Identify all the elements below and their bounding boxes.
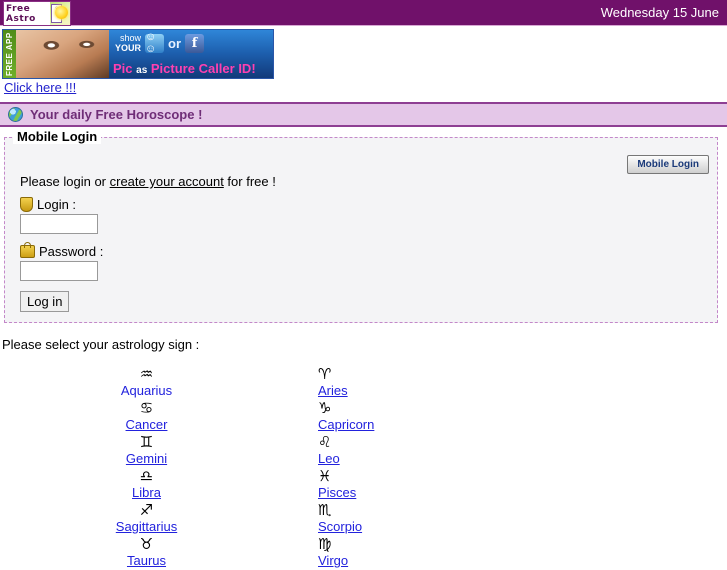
ad-headline: show YOUR ☺☺ or f [115,31,205,55]
zodiac-link-scorpio[interactable]: Scorpio [318,518,362,535]
zodiac-cell-gemini: ♊ Gemini [0,434,293,468]
login-instructions: Please login or create your account for … [20,174,707,189]
log-in-button[interactable]: Log in [20,291,70,312]
ad-show-your-text: show YOUR [115,33,141,53]
free-app-ribbon: FREE APP [3,30,16,78]
lock-icon [20,242,35,258]
gemini-icon: ♊ [139,433,154,451]
ad-show-word: show [120,33,142,43]
logo-line-1: Free [6,3,31,14]
password-input[interactable] [20,261,98,281]
site-logo[interactable]: Free Astro ♀ [3,1,71,26]
facebook-icon: f [185,33,205,53]
libra-icon: ♎ [139,467,154,485]
logo-sun-artwork: ♀ [50,2,70,25]
login-label: Login : [37,197,77,212]
zodiac-link-aquarius[interactable]: Aquarius [121,382,172,399]
login-label-row: Login : [20,197,707,212]
zodiac-cell-libra: ♎ Libra [0,468,293,502]
zodiac-link-taurus[interactable]: Taurus [127,552,166,569]
logo-wordmark: Free Astro [4,2,50,25]
zodiac-cell-cancer: ♋ Cancer [0,400,293,434]
zodiac-cell-sagittarius: ♐ Sagittarius [0,502,293,536]
zodiac-link-leo[interactable]: Leo [318,450,340,467]
zodiac-cell-aquarius: ♒ Aquarius [0,366,293,400]
ad-your-word: YOUR [115,43,142,53]
pisces-icon: ♓ [318,467,332,485]
zodiac-link-virgo[interactable]: Virgo [318,552,348,569]
globe-icon [8,107,23,122]
zodiac-link-pisces[interactable]: Pisces [318,484,356,501]
scorpio-icon: ♏ [318,501,332,519]
ad-or-word: or [168,35,182,51]
sagittarius-icon: ♐ [139,501,154,519]
taurus-icon: ♉ [139,535,154,553]
zodiac-cell-capricorn: ♑ Capricorn [293,400,439,434]
site-header: Free Astro ♀ Wednesday 15 June [0,0,727,26]
logo-line-2: Astro [6,13,36,24]
capricorn-icon: ♑ [318,399,332,417]
zodiac-cell-virgo: ♍ Virgo [293,536,439,570]
ad-tagline: Pic as Picture Caller ID! [113,61,256,76]
aries-icon: ♈ [318,365,332,383]
zodiac-cell-scorpio: ♏ Scorpio [293,502,439,536]
password-label-row: Password : [20,242,707,259]
aquarius-icon: ♒ [139,365,154,383]
shield-icon [20,197,33,212]
myspace-icon: ☺☺ [145,31,165,55]
picture-caller-id-ad-banner[interactable]: FREE APP show YOUR ☺☺ or f Pic as Pictur… [2,29,274,79]
zodiac-link-aries[interactable]: Aries [318,382,348,399]
click-here-link[interactable]: Click here !!! [4,80,76,95]
mobile-login-button[interactable]: Mobile Login [627,155,709,174]
login-input[interactable] [20,214,98,234]
zodiac-link-sagittarius[interactable]: Sagittarius [116,518,177,535]
zodiac-cell-pisces: ♓ Pisces [293,468,439,502]
login-intro-suffix: for free ! [223,174,276,189]
ad-tagline-pic: Pic [113,61,133,76]
zodiac-link-capricorn[interactable]: Capricorn [318,416,374,433]
daily-horoscope-bar: Your daily Free Horoscope ! [0,102,727,127]
ad-tagline-rest: Picture Caller ID! [150,61,256,76]
current-date: Wednesday 15 June [600,5,719,20]
mobile-login-panel: Mobile Login Mobile Login Please login o… [4,129,718,323]
zodiac-link-libra[interactable]: Libra [132,484,161,501]
login-intro-prefix: Please login or [20,174,110,189]
ad-tagline-as: as [136,65,148,76]
virgo-icon: ♍ [318,535,332,553]
daily-horoscope-label: Your daily Free Horoscope ! [30,107,203,122]
create-account-link[interactable]: create your account [110,174,224,189]
zodiac-cell-aries: ♈ Aries [293,366,439,400]
select-sign-prompt: Please select your astrology sign : [2,337,200,352]
zodiac-sign-grid: ♒ Aquarius ♈ Aries ♋ Cancer ♑ Capricorn ♊ Gemini ♌… [0,366,727,570]
sun-icon [55,6,68,19]
zodiac-cell-leo: ♌ Leo [293,434,439,468]
password-label: Password : [39,244,104,259]
zodiac-link-cancer[interactable]: Cancer [126,416,168,433]
advertisement-area: FREE APP show YOUR ☺☺ or f Pic as Pictur… [0,26,727,95]
zodiac-link-gemini[interactable]: Gemini [126,450,167,467]
mobile-login-legend: Mobile Login [13,129,102,144]
ad-face-photo [16,30,109,78]
leo-icon: ♌ [318,433,332,451]
cancer-icon: ♋ [139,399,154,417]
zodiac-cell-taurus: ♉ Taurus [0,536,293,570]
